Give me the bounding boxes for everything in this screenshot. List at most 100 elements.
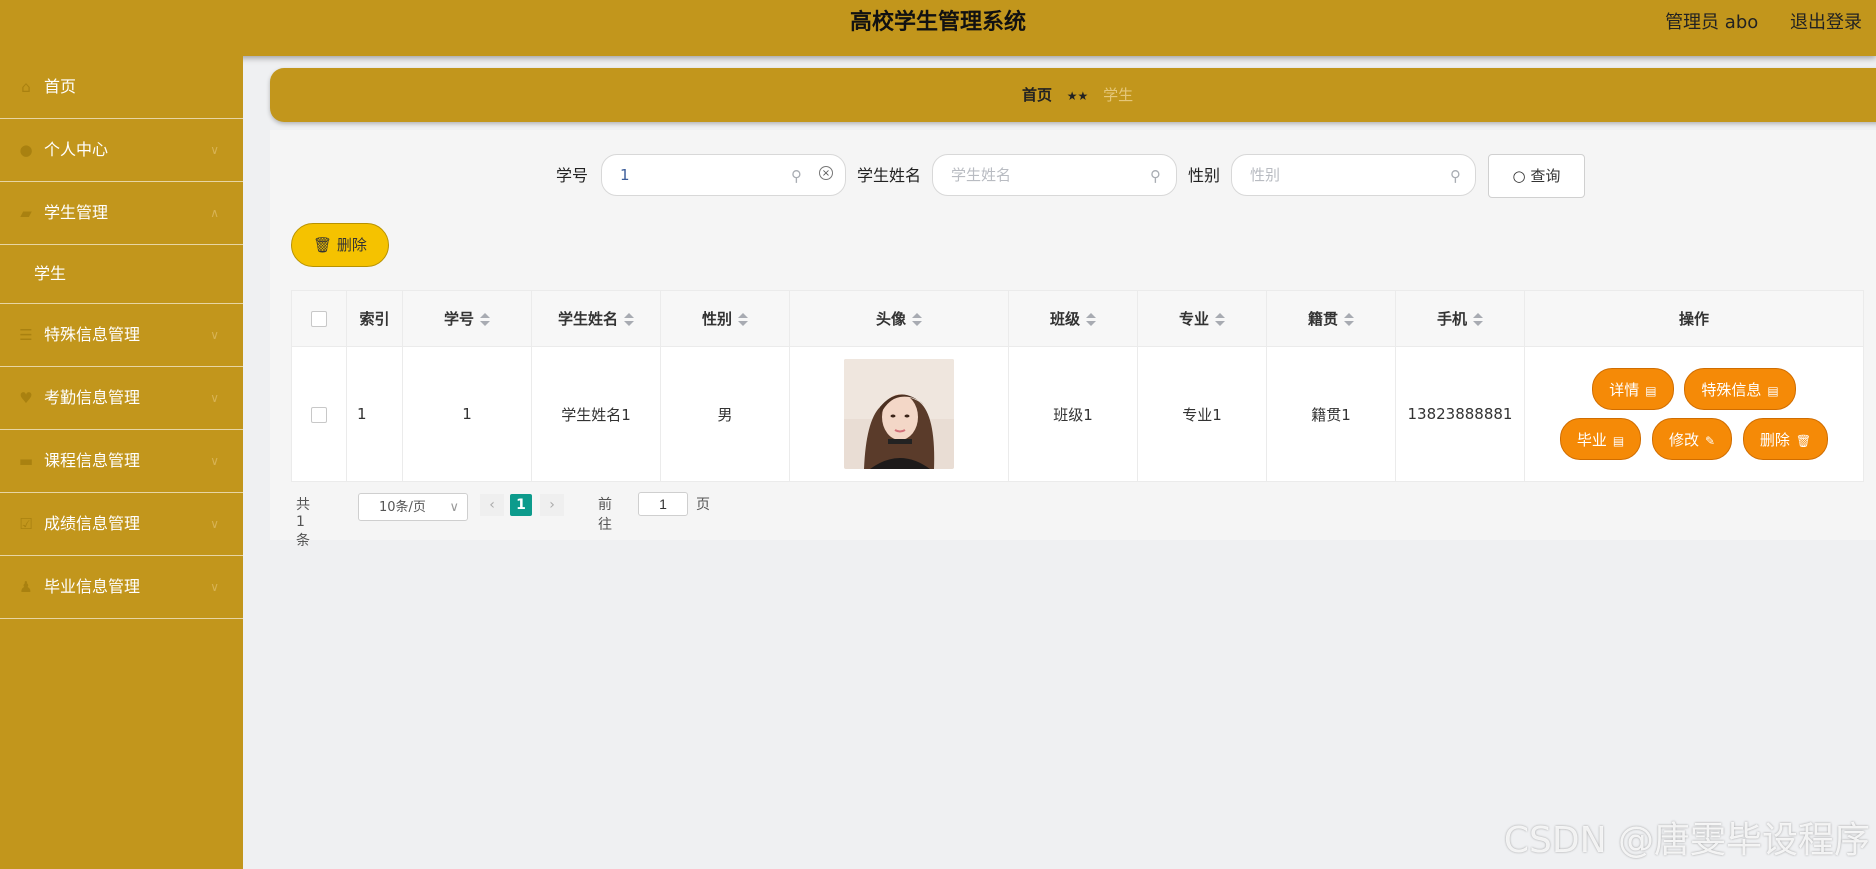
query-button[interactable]: ○ 查询 — [1488, 154, 1585, 198]
column-header-label: 专业 — [1178, 310, 1209, 328]
column-header-student-id[interactable]: 学号 — [402, 290, 532, 347]
page-size-select[interactable]: 10条/页 ∨ — [358, 493, 468, 521]
sidebar-item-label: 成绩信息管理 — [44, 514, 141, 533]
monitor-icon: ▬ — [18, 452, 34, 470]
column-header-gender[interactable]: 性别 — [660, 290, 790, 347]
cell-major: 专业1 — [1137, 346, 1267, 482]
breadcrumb-home[interactable]: 首页 — [1022, 86, 1052, 104]
document-icon: ▤ — [1612, 434, 1625, 448]
sidebar: ⌂ 首页 ● 个人中心 ∨ ▰ 学生管理 ∧ 学生 ☰ 特殊信息管理 ∨ ♥ 考… — [0, 56, 243, 869]
page-unit-label: 页 — [696, 497, 710, 513]
cell-class: 班级1 — [1008, 346, 1138, 482]
special-info-button-label: 特殊信息 — [1701, 381, 1762, 399]
sort-icon[interactable] — [1215, 312, 1225, 327]
cell-student-id: 1 — [402, 346, 532, 482]
chevron-down-icon: ∨ — [210, 454, 219, 468]
clear-icon[interactable]: × — [819, 166, 833, 180]
sort-icon[interactable] — [1473, 312, 1483, 327]
actions-row-bottom: 毕业 ▤ 修改 ✎ 删除 🗑 — [1526, 414, 1862, 464]
student-table: 索引 学号 学生姓名 性别 头像 班级 专业 籍贯 手机 操作 1 1 学生姓名… — [291, 290, 1864, 482]
edit-icon: ✎ — [1705, 434, 1716, 448]
sort-icon[interactable] — [912, 312, 922, 327]
next-page-button[interactable]: › — [540, 494, 564, 516]
chevron-down-icon: ∨ — [210, 328, 219, 342]
sidebar-subitem-student[interactable]: 学生 — [0, 245, 243, 304]
trophy-icon: ♥ — [19, 389, 33, 407]
chevron-down-icon: ∨ — [210, 580, 219, 594]
graduate-button[interactable]: 毕业 ▤ — [1559, 418, 1642, 460]
sort-icon[interactable] — [1344, 312, 1354, 327]
edit-button[interactable]: 修改 ✎ — [1652, 418, 1733, 460]
actions-row-top: 详情 ▤ 特殊信息 ▤ — [1526, 364, 1862, 414]
column-header-avatar[interactable]: 头像 — [789, 290, 1009, 347]
sidebar-item-label: 个人中心 — [44, 140, 109, 159]
search-icon: ⚲ — [1450, 167, 1461, 185]
trash-icon: 🗑 — [1795, 434, 1812, 448]
page-size-value: 10条/页 — [379, 500, 426, 515]
column-header-class[interactable]: 班级 — [1008, 290, 1138, 347]
chevron-down-icon: ∨ — [210, 517, 219, 531]
query-button-label: 查询 — [1530, 167, 1561, 185]
document-icon: ▤ — [1767, 384, 1779, 398]
checkbox-icon: ☑ — [19, 515, 33, 533]
column-header-label: 性别 — [701, 310, 732, 328]
trash-icon: 🗑 — [313, 236, 333, 254]
chevron-down-icon: ∨ — [449, 500, 459, 515]
sidebar-item-label: 特殊信息管理 — [44, 325, 141, 344]
column-header-major[interactable]: 专业 — [1137, 290, 1267, 347]
sidebar-item-home[interactable]: ⌂ 首页 — [0, 56, 243, 119]
cell-student-name: 学生姓名1 — [531, 346, 661, 482]
gender-label: 性别 — [1188, 166, 1221, 185]
home-icon: ⌂ — [21, 78, 31, 96]
special-info-button[interactable]: 特殊信息 ▤ — [1684, 368, 1796, 410]
sort-icon[interactable] — [480, 312, 490, 327]
logout-button[interactable]: 退出登录 — [1790, 12, 1862, 33]
select-all-checkbox[interactable] — [311, 311, 327, 327]
search-icon: ⚲ — [791, 167, 802, 185]
search-icon: ⚲ — [1150, 167, 1161, 185]
goto-page-input[interactable] — [638, 492, 688, 516]
prev-page-button[interactable]: ‹ — [480, 494, 504, 516]
select-all-cell — [291, 290, 347, 347]
graduate-button-label: 毕业 — [1576, 431, 1607, 449]
batch-delete-button[interactable]: 🗑 删除 — [291, 223, 389, 267]
column-header-phone[interactable]: 手机 — [1395, 290, 1525, 347]
person-icon: ♟ — [19, 578, 33, 596]
sidebar-item-special-info[interactable]: ☰ 特殊信息管理 ∨ — [0, 304, 243, 367]
student-name-input[interactable] — [932, 154, 1177, 196]
list-icon: ☰ — [19, 326, 33, 344]
sidebar-item-attendance[interactable]: ♥ 考勤信息管理 ∨ — [0, 367, 243, 430]
sidebar-item-personal-center[interactable]: ● 个人中心 ∨ — [0, 119, 243, 182]
row-select-cell — [291, 346, 347, 482]
page-number-current[interactable]: 1 — [510, 494, 532, 516]
column-header-label: 学生姓名 — [557, 310, 618, 328]
sidebar-item-label: 学生管理 — [44, 203, 109, 222]
detail-button[interactable]: 详情 ▤ — [1592, 368, 1674, 410]
main-panel: 学号 ⚲ × 学生姓名 ⚲ 性别 ⚲ ○ 查询 🗑 删除 索引 学号 学生 — [270, 130, 1876, 549]
gender-input[interactable] — [1231, 154, 1476, 196]
sidebar-item-graduation[interactable]: ♟ 毕业信息管理 ∨ — [0, 556, 243, 619]
column-header-student-name[interactable]: 学生姓名 — [531, 290, 661, 347]
column-header-label: 学号 — [443, 310, 474, 328]
watermark: CSDN @唐雯毕设程序 — [1503, 820, 1870, 861]
table-header-row: 索引 学号 学生姓名 性别 头像 班级 专业 籍贯 手机 操作 — [291, 290, 1864, 347]
column-header-index: 索引 — [346, 290, 403, 347]
sort-icon[interactable] — [738, 312, 748, 327]
column-header-hometown[interactable]: 籍贯 — [1266, 290, 1396, 347]
delete-button-label: 删除 — [1759, 431, 1790, 449]
top-right-area: 管理员 abo 退出登录 — [1639, 0, 1862, 46]
sidebar-item-student-management[interactable]: ▰ 学生管理 ∧ — [0, 182, 243, 245]
search-form: 学号 ⚲ × 学生姓名 ⚲ 性别 ⚲ ○ 查询 — [270, 154, 1876, 198]
row-checkbox[interactable] — [311, 406, 327, 423]
column-header-label: 手机 — [1436, 310, 1467, 328]
cell-actions: 详情 ▤ 特殊信息 ▤ 毕业 ▤ 修改 ✎ 删除 🗑 — [1524, 346, 1864, 482]
delete-button[interactable]: 删除 🗑 — [1742, 418, 1829, 460]
sidebar-item-course[interactable]: ▬ 课程信息管理 ∨ — [0, 430, 243, 493]
student-id-label: 学号 — [556, 166, 589, 185]
user-icon: ● — [19, 141, 33, 159]
sidebar-item-grades[interactable]: ☑ 成绩信息管理 ∨ — [0, 493, 243, 556]
cell-phone: 13823888881 — [1395, 346, 1525, 482]
sort-icon[interactable] — [1086, 312, 1096, 327]
sort-icon[interactable] — [624, 312, 634, 327]
student-id-input[interactable] — [601, 154, 846, 196]
